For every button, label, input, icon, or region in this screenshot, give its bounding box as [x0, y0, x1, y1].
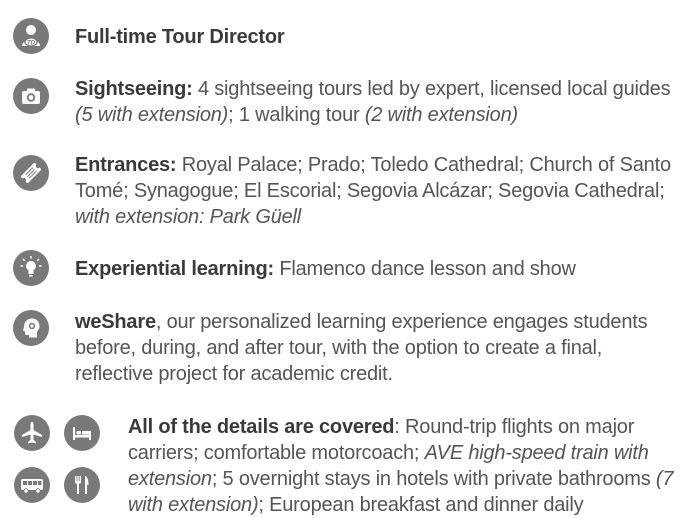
details-text-c: ; 5 overnight stays in hotels with priva…	[211, 468, 656, 490]
bus-icon	[14, 467, 50, 503]
item-details: All of the details are covered: Round-tr…	[128, 414, 688, 518]
camera-icon	[13, 78, 49, 114]
item-tour-director: Full-time Tour Director	[75, 24, 675, 50]
tour-director-heading: Full-time Tour Director	[75, 26, 285, 48]
ticket-icon	[13, 155, 49, 191]
sightseeing-text-d: (2 with extension)	[364, 104, 518, 126]
entrances-text-b: with extension: Park Güell	[75, 206, 302, 228]
experiential-text-a: Flamenco dance lesson and show	[274, 258, 576, 280]
sightseeing-text-b: (5 with extension)	[75, 104, 229, 126]
details-text-e: ; European breakfast and dinner daily	[258, 494, 584, 516]
head-icon	[13, 310, 49, 346]
entrances-heading: Entrances:	[75, 154, 177, 176]
experiential-heading: Experiential learning:	[75, 258, 274, 280]
fork-knife-icon	[64, 467, 100, 503]
sightseeing-text-c: ; 1 walking tour	[228, 104, 365, 126]
weshare-heading: weShare	[75, 311, 156, 333]
td-badge-text: TD	[27, 40, 36, 46]
tour-director-icon: TD	[13, 18, 49, 54]
lightbulb-icon	[13, 250, 49, 286]
weshare-text-a: , our personalized learning experience e…	[75, 311, 648, 385]
details-heading: All of the details are covered	[128, 416, 395, 438]
bed-icon	[64, 415, 100, 451]
item-experiential: Experiential learning: Flamenco dance le…	[75, 256, 675, 282]
item-entrances: Entrances: Royal Palace; Prado; Toledo C…	[75, 152, 675, 230]
item-sightseeing: Sightseeing: 4 sightseeing tours led by …	[75, 76, 675, 128]
item-weshare: weShare, our personalized learning exper…	[75, 309, 685, 387]
sightseeing-text-a: 4 sightseeing tours led by expert, licen…	[192, 78, 671, 100]
airplane-icon	[14, 415, 50, 451]
sightseeing-heading: Sightseeing:	[75, 78, 193, 100]
